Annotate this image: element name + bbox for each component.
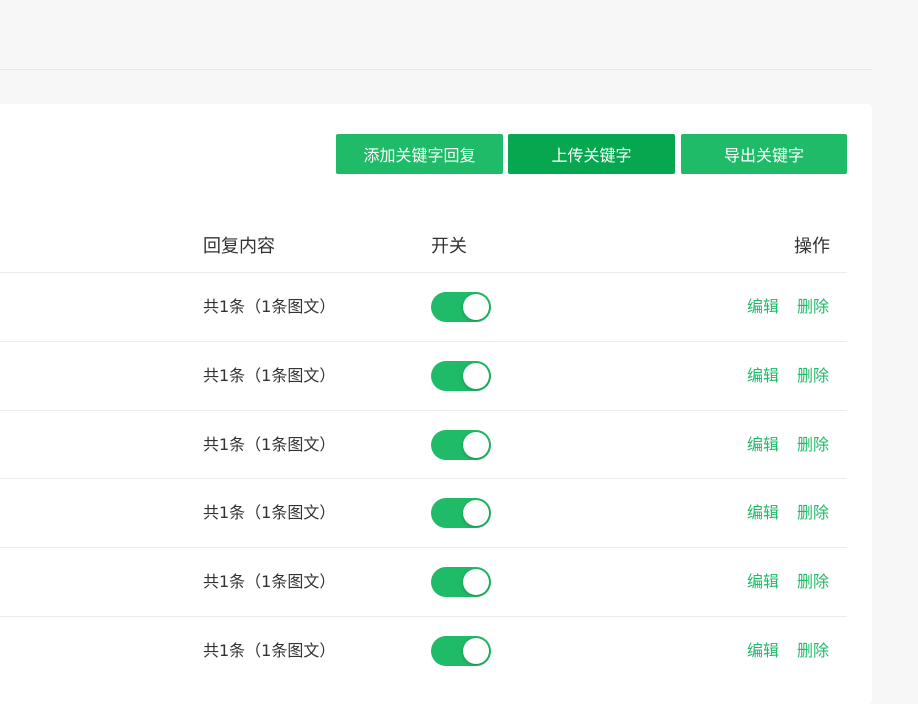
- delete-link[interactable]: 删除: [797, 503, 829, 523]
- delete-link[interactable]: 删除: [797, 641, 829, 661]
- switch-knob: [463, 294, 489, 320]
- switch-knob: [463, 569, 489, 595]
- edit-link[interactable]: 编辑: [747, 366, 779, 386]
- delete-link[interactable]: 删除: [797, 366, 829, 386]
- delete-link[interactable]: 删除: [797, 572, 829, 592]
- table-row: 共1条（1条图文） 编辑 删除: [0, 479, 847, 547]
- table-row: 共1条（1条图文） 编辑 删除: [0, 411, 847, 479]
- edit-link[interactable]: 编辑: [747, 503, 779, 523]
- switch-knob: [463, 500, 489, 526]
- table-row: 共1条（1条图文） 编辑 删除: [0, 548, 847, 616]
- header-action: 操作: [794, 236, 830, 257]
- reply-content-cell: 共1条（1条图文）: [203, 366, 336, 385]
- top-area: [0, 0, 918, 70]
- upload-keyword-button[interactable]: 上传关键字: [508, 134, 675, 174]
- header-reply-content: 回复内容: [203, 236, 275, 257]
- reply-content-cell: 共1条（1条图文）: [203, 435, 336, 454]
- switch-knob: [463, 638, 489, 664]
- switch-knob: [463, 432, 489, 458]
- enable-switch[interactable]: [431, 567, 491, 597]
- enable-switch[interactable]: [431, 292, 491, 322]
- delete-link[interactable]: 删除: [797, 435, 829, 455]
- table-row: 共1条（1条图文） 编辑 删除: [0, 342, 847, 410]
- reply-content-cell: 共1条（1条图文）: [203, 641, 336, 660]
- enable-switch[interactable]: [431, 498, 491, 528]
- reply-content-cell: 共1条（1条图文）: [203, 503, 336, 522]
- table-row: 共1条（1条图文） 编辑 删除: [0, 617, 847, 685]
- edit-link[interactable]: 编辑: [747, 297, 779, 317]
- reply-content-cell: 共1条（1条图文）: [203, 297, 336, 316]
- edit-link[interactable]: 编辑: [747, 641, 779, 661]
- header-switch: 开关: [431, 236, 467, 257]
- enable-switch[interactable]: [431, 636, 491, 666]
- delete-link[interactable]: 删除: [797, 297, 829, 317]
- enable-switch[interactable]: [431, 430, 491, 460]
- switch-knob: [463, 363, 489, 389]
- top-divider: [0, 69, 872, 70]
- enable-switch[interactable]: [431, 361, 491, 391]
- export-keyword-button[interactable]: 导出关键字: [681, 134, 847, 174]
- table-row: 共1条（1条图文） 编辑 删除: [0, 273, 847, 341]
- add-keyword-reply-button[interactable]: 添加关键字回复: [336, 134, 503, 174]
- edit-link[interactable]: 编辑: [747, 572, 779, 592]
- reply-content-cell: 共1条（1条图文）: [203, 572, 336, 591]
- edit-link[interactable]: 编辑: [747, 435, 779, 455]
